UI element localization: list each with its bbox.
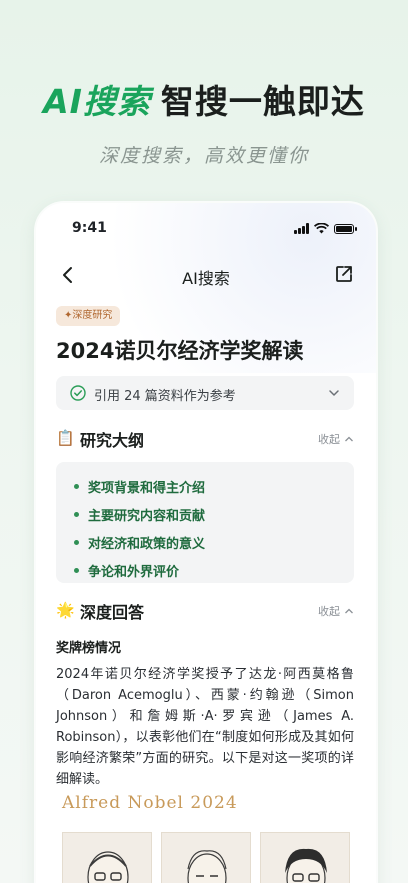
nav-title: AI搜索	[182, 269, 230, 288]
answer-title: 深度回答	[80, 603, 145, 622]
laureate-portrait	[161, 832, 251, 883]
outline-collapse-button[interactable]: 收起	[318, 431, 354, 447]
outline-item-label: 对经济和政策的意义	[88, 536, 206, 552]
check-circle-icon	[70, 385, 86, 401]
badge-label: 深度研究	[72, 310, 113, 321]
outline-item[interactable]: 争论和外界评价	[74, 556, 354, 584]
phone-mockup: 9:41 AI搜索 ✦深度研究 2024诺贝尔经济学奖解读 引用 24 篇资料作…	[36, 203, 376, 883]
reference-text: 引用 24 篇资料作为参考	[94, 389, 236, 404]
answer-collapse-button[interactable]: 收起	[318, 603, 354, 619]
share-icon[interactable]	[334, 264, 354, 284]
clipboard-icon: 📋	[56, 429, 75, 447]
outline-item-label: 主要研究内容和贡献	[88, 508, 206, 524]
bullet-dot	[74, 511, 79, 517]
nav-bar: AI搜索	[36, 261, 376, 289]
status-bar: 9:41	[36, 220, 376, 240]
status-time: 9:41	[72, 220, 107, 236]
hero-title-rest: 智搜一触即达	[160, 82, 365, 121]
page-title: 2024诺贝尔经济学奖解读	[56, 339, 304, 363]
nobel-image-caption: Alfred Nobel 2024	[62, 793, 238, 813]
outline-section-header: 📋 研究大纲 收起	[56, 427, 354, 451]
hero-title: AI搜索 智搜一触即达	[0, 82, 408, 122]
answer-paragraph: 2024年诺贝尔经济学奖授予了达龙·阿西莫格鲁（Daron Acemoglu）、…	[56, 667, 354, 787]
wifi-icon	[314, 223, 329, 234]
hero-subtitle: 深度搜索，高效更懂你	[98, 145, 309, 167]
outline-item[interactable]: 主要研究内容和贡献	[74, 500, 354, 528]
deep-research-badge: ✦深度研究	[56, 306, 121, 326]
cellular-signal-icon	[294, 223, 309, 234]
reference-dropdown[interactable]: 引用 24 篇资料作为参考	[56, 376, 354, 410]
portrait-sketch	[285, 848, 327, 883]
outline-item[interactable]: 对经济和政策的意义	[74, 528, 354, 556]
battery-icon	[334, 223, 357, 234]
chevron-up-icon	[345, 436, 353, 442]
star-icon: 🌟	[56, 601, 75, 619]
outline-item-label: 奖项背景和得主介绍	[88, 480, 206, 496]
bullet-dot	[74, 567, 79, 573]
chevron-down-icon	[329, 390, 339, 396]
outline-collapse-label: 收起	[318, 433, 340, 446]
status-icons	[294, 223, 357, 234]
outline-item-label: 争论和外界评价	[88, 564, 180, 580]
laureate-portrait	[62, 832, 152, 883]
portrait-sketch	[87, 851, 129, 883]
outline-title: 研究大纲	[80, 431, 145, 450]
hero-title-accent: AI搜索	[43, 82, 151, 121]
laureate-portrait	[260, 832, 350, 883]
answer-section-header: 🌟 深度回答 收起	[56, 599, 354, 623]
answer-subheading: 奖牌榜情况	[56, 641, 122, 656]
outline-list: 奖项背景和得主介绍 主要研究内容和贡献 对经济和政策的意义 争论和外界评价	[56, 462, 354, 583]
bullet-dot	[74, 539, 79, 545]
portrait-sketch	[187, 850, 227, 883]
bullet-dot	[74, 483, 79, 489]
outline-item[interactable]: 奖项背景和得主介绍	[74, 472, 354, 500]
chevron-up-icon	[345, 608, 353, 614]
answer-collapse-label: 收起	[318, 605, 340, 618]
